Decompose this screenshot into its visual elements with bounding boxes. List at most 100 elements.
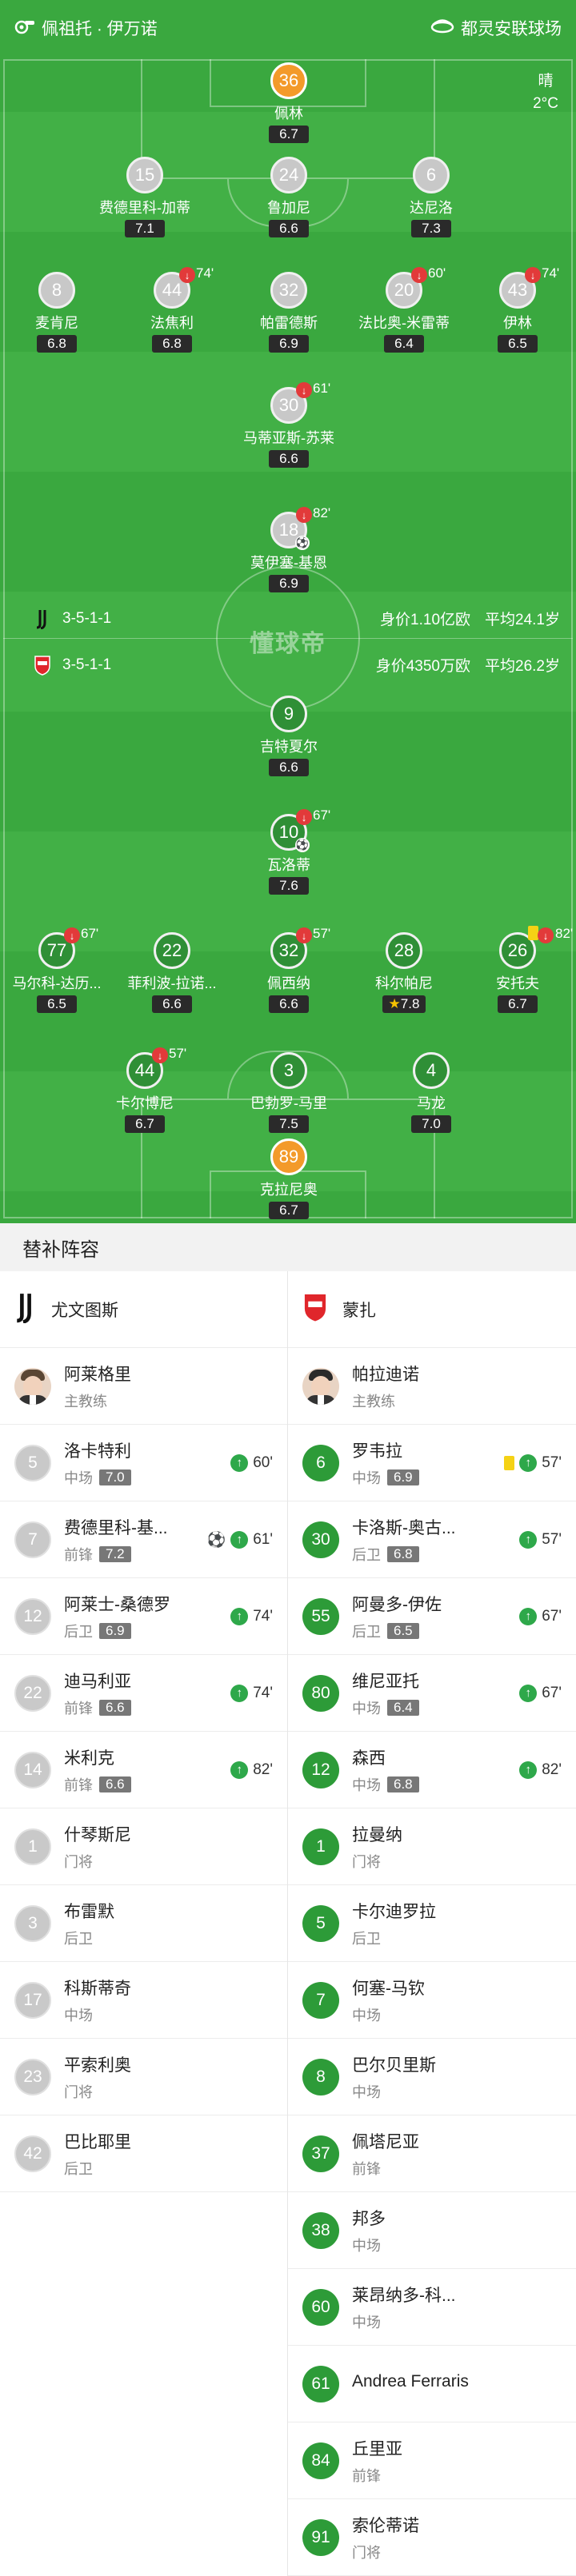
sub-out-icon: ↓ [179,267,195,283]
pitch-player[interactable]: 3 巴勃罗-马里 7.5 [221,1052,357,1133]
sub-player-row[interactable]: 55 阿曼多-伊佐 后卫 6.5 ↑ 67' [288,1578,576,1655]
player-name: 伊林 [503,315,532,331]
sub-player-row[interactable]: 84 丘里亚 前锋 [288,2422,576,2499]
player-position: 后卫 [352,1930,381,1947]
pitch-player[interactable]: 36 佩林 6.7 [221,62,357,143]
player-number: 80 [302,1674,339,1712]
player-rating: 6.9 [387,1469,419,1485]
player-number: 32 [270,272,307,309]
player-number: 37 [302,2135,339,2172]
player-number: 28 [386,932,422,969]
sub-event: ↑ 57' [519,1530,562,1549]
coach-row[interactable]: 阿莱格里 主教练 [0,1348,287,1425]
sub-player-row[interactable]: 7 何塞-马钦 中场 [288,1962,576,2039]
sub-in-icon: ↑ [519,1607,538,1625]
sub-player-row[interactable]: 6 罗韦拉 中场 6.9 ↑ 57' [288,1425,576,1501]
sub-player-row[interactable]: 60 莱昂纳多-科... 中场 [288,2269,576,2346]
sub-time: 74' [196,265,214,281]
pitch-player[interactable]: 18 莫伊塞-基恩 6.9 ↓ 82' ⚽ [221,505,357,592]
player-rating: 6.9 [269,335,309,353]
sub-player-row[interactable]: 61 Andrea Ferraris [288,2346,576,2422]
sub-minute: 67' [542,1607,562,1625]
sub-player-row[interactable]: 42 巴比耶里 后卫 [0,2115,287,2192]
sub-player-row[interactable]: 3 布雷默 后卫 [0,1885,287,1962]
sub-player-row[interactable]: 37 佩塔尼亚 前锋 [288,2115,576,2192]
player-position: 中场 [352,1700,381,1717]
pitch-player[interactable]: 4 马龙 7.0 [363,1052,499,1133]
away-team-header[interactable]: 蒙扎 [288,1271,576,1348]
pitch-player[interactable]: 22 菲利波-拉诺... 6.6 [104,932,240,1013]
team-name: 蒙扎 [342,1301,376,1320]
pitch-player[interactable]: 10 瓦洛蒂 7.6 ↓ 67' ⚽ [221,807,357,895]
temperature-text: 2°C [533,95,558,112]
player-name: 莫伊塞-基恩 [250,555,327,571]
player-number: 1 [302,1828,339,1865]
sub-player-row[interactable]: 91 索伦蒂诺 门将 [288,2499,576,2576]
player-number: 22 [154,932,190,969]
goal-ball-icon: ⚽ [206,1531,226,1549]
sub-player-row[interactable]: 5 卡尔迪罗拉 后卫 [288,1885,576,1962]
pitch-player[interactable]: 24 鲁加尼 6.6 [221,157,357,237]
sub-in-icon: ↑ [519,1684,538,1702]
player-name: 马蒂亚斯-苏莱 [243,430,334,446]
sub-player-row[interactable]: 14 米利克 前锋 6.6 ↑ 82' [0,1732,287,1808]
pitch-player[interactable]: 30 马蒂亚斯-苏莱 6.6 ↓ 61' [221,381,357,468]
player-number: 84 [302,2442,339,2479]
sub-player-row[interactable]: 1 什琴斯尼 门将 [0,1808,287,1885]
player-name: 索伦蒂诺 [352,2516,419,2535]
player-name: 安托夫 [496,975,539,991]
pitch-player[interactable]: 44 卡尔博尼 6.7 ↓ 57' [77,1046,213,1133]
sub-player-row[interactable]: 30 卡洛斯-奥古... 后卫 6.8 ↑ 57' [288,1501,576,1578]
pitch-player[interactable]: 26 安托夫 6.7 ↓ 82' [450,926,576,1013]
player-position: 前锋 [352,2467,381,2484]
sub-player-row[interactable]: 1 拉曼纳 门将 [288,1808,576,1885]
coach-avatar [14,1367,51,1405]
player-rating: 6.6 [99,1776,131,1792]
sub-player-row[interactable]: 12 森西 中场 6.8 ↑ 82' [288,1732,576,1808]
player-number: 55 [302,1597,339,1635]
coach-role: 主教练 [352,1393,395,1410]
sub-minute: 57' [542,1530,562,1548]
sub-player-row[interactable]: 17 科斯蒂奇 中场 [0,1962,287,2039]
sub-event: ↑ 74' [230,1684,273,1702]
player-name: 维尼亚托 [352,1672,419,1691]
pitch-player[interactable]: 89 克拉尼奥 6.7 [221,1138,357,1219]
player-rating: 7.2 [99,1545,131,1562]
sub-player-row[interactable]: 12 阿莱士-桑德罗 后卫 6.9 ↑ 74' [0,1578,287,1655]
sub-player-row[interactable]: 22 迪马利亚 前锋 6.6 ↑ 74' [0,1655,287,1732]
sub-player-row[interactable]: 5 洛卡特利 中场 7.0 ↑ 60' [0,1425,287,1501]
watermark-logo: 懂球帝 [250,631,326,657]
player-name: 巴尔贝里斯 [352,2056,436,2075]
pitch-player[interactable]: 15 费德里科-加蒂 7.1 [77,157,213,237]
player-number: 7 [14,1521,51,1558]
player-number: 23 [14,2058,51,2095]
player-rating: 7.3 [411,220,451,237]
pitch-player[interactable]: 6 达尼洛 7.3 [363,157,499,237]
sub-player-row[interactable]: 8 巴尔贝里斯 中场 [288,2039,576,2115]
sub-event: ↑ 82' [519,1761,562,1779]
player-rating: 7.0 [99,1469,131,1485]
sub-player-row[interactable]: 38 邦多 中场 [288,2192,576,2269]
player-rating: 6.8 [387,1776,419,1792]
player-rating: 6.5 [37,995,77,1013]
sub-time: 60' [428,265,446,281]
coach-avatar [302,1367,339,1405]
player-rating: 6.9 [99,1622,131,1639]
sub-out-icon: ↓ [152,1047,168,1063]
player-position: 中场 [352,2084,381,2100]
home-team-header[interactable]: 尤文图斯 [0,1271,287,1348]
sub-in-icon: ↑ [519,1453,538,1472]
player-position: 中场 [352,1469,381,1486]
player-name: 鲁加尼 [267,200,310,216]
pitch-player[interactable]: 9 吉特夏尔 6.6 [221,696,357,776]
sub-player-row[interactable]: 23 平索利奥 门将 [0,2039,287,2115]
sub-player-row[interactable]: 7 费德里科-基... 前锋 7.2 ⚽ ↑ 61' [0,1501,287,1578]
player-name: 佩塔尼亚 [352,2132,419,2151]
sub-time: 82' [555,926,574,941]
sub-event: ↑ 57' [504,1453,562,1472]
coach-row[interactable]: 帕拉迪诺 主教练 [288,1348,576,1425]
pitch-player[interactable]: 43 伊林 6.5 ↓ 74' [450,265,576,353]
player-position: 门将 [352,2544,381,2561]
sub-player-row[interactable]: 80 维尼亚托 中场 6.4 ↑ 67' [288,1655,576,1732]
pitch-player[interactable]: 44 法焦利 6.8 ↓ 74' [104,265,240,353]
